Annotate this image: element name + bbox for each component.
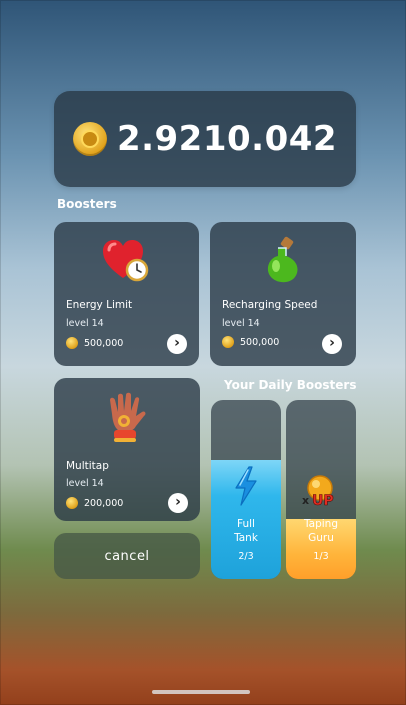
coin-icon xyxy=(66,497,78,509)
svg-text:x: x xyxy=(302,494,309,507)
booster-recharging-speed[interactable]: Recharging Speed level 14 500,000 › xyxy=(210,222,356,366)
daily-booster-taping-guru[interactable]: x UP Taping Guru 1/3 xyxy=(286,400,356,579)
daily-count: 2/3 xyxy=(238,551,254,562)
cancel-button[interactable]: cancel xyxy=(54,533,200,579)
booster-price: 500,000 xyxy=(66,337,123,349)
booster-name: Energy Limit xyxy=(66,299,133,311)
booster-name: Recharging Speed xyxy=(222,299,318,311)
daily-label-line2: Tank xyxy=(234,532,258,544)
booster-energy-limit[interactable]: Energy Limit level 14 500,000 › xyxy=(54,222,199,366)
glove-icon xyxy=(110,392,146,442)
daily-label-line1: Full xyxy=(237,518,255,530)
daily-count: 1/3 xyxy=(313,551,329,562)
daily-label-line1: Taping xyxy=(303,518,338,530)
boosters-title: Boosters xyxy=(57,197,117,211)
booster-price: 500,000 xyxy=(222,336,279,348)
booster-level: level 14 xyxy=(66,478,104,489)
coin-icon xyxy=(222,336,234,348)
booster-price: 200,000 xyxy=(66,497,123,509)
booster-price-value: 500,000 xyxy=(240,336,280,348)
heart-clock-icon xyxy=(103,240,149,282)
balance-value: 2.9210.042 xyxy=(116,119,338,159)
booster-name: Multitap xyxy=(66,460,109,472)
balance-panel: 2.9210.042 xyxy=(54,91,356,187)
coin-icon xyxy=(66,337,78,349)
booster-price-value: 200,000 xyxy=(84,497,124,509)
daily-label-line2: Guru xyxy=(308,532,334,544)
coin-icon xyxy=(72,122,107,156)
lightning-icon xyxy=(235,466,257,506)
potion-icon xyxy=(267,236,298,283)
booster-level: level 14 xyxy=(66,318,104,329)
home-indicator[interactable] xyxy=(152,690,250,694)
chevron-right-icon[interactable]: › xyxy=(168,493,188,513)
chevron-right-icon[interactable]: › xyxy=(322,334,342,354)
booster-multitap[interactable]: Multitap level 14 200,000 › xyxy=(54,378,200,521)
daily-boosters-title: Your Daily Boosters xyxy=(224,378,357,392)
svg-text:UP: UP xyxy=(312,493,334,508)
booster-level: level 14 xyxy=(222,318,260,329)
chevron-right-icon[interactable]: › xyxy=(167,334,187,354)
xup-icon: x UP xyxy=(302,475,334,508)
daily-booster-full-tank[interactable]: Full Tank 2/3 xyxy=(211,400,281,579)
booster-price-value: 500,000 xyxy=(84,337,124,349)
